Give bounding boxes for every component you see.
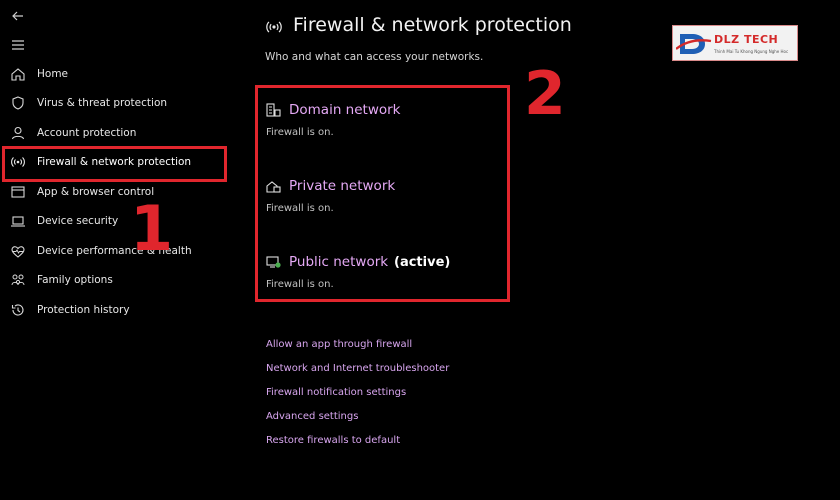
sidebar-item-protection-history[interactable]: Protection history xyxy=(8,297,222,323)
sidebar-item-label: Home xyxy=(37,68,69,80)
network-name[interactable]: Domain network xyxy=(289,102,401,118)
logo-tagline: Thinh Mai Tu Khong Ngung Nghe Hoc xyxy=(714,49,789,54)
network-status: Firewall is on. xyxy=(266,127,334,138)
sidebar-item-account[interactable]: Account protection xyxy=(8,120,222,146)
sidebar-item-label: Family options xyxy=(37,274,113,286)
sidebar-item-label: Virus & threat protection xyxy=(37,97,168,109)
heart-pulse-icon xyxy=(11,246,25,258)
page-title: Firewall & network protection xyxy=(293,14,572,36)
link-restore-defaults[interactable]: Restore firewalls to default xyxy=(266,435,400,446)
domain-network-icon xyxy=(266,103,281,117)
step-number-2: 2 xyxy=(524,59,566,129)
history-clock-icon xyxy=(11,304,24,316)
network-status: Firewall is on. xyxy=(266,203,334,214)
brand-logo: DLZ TECH Thinh Mai Tu Khong Ngung Nghe H… xyxy=(672,25,798,61)
link-notification-settings[interactable]: Firewall notification settings xyxy=(266,387,406,398)
sidebar-item-app-browser[interactable]: App & browser control xyxy=(8,179,222,205)
private-network-icon xyxy=(266,181,281,193)
link-troubleshooter[interactable]: Network and Internet troubleshooter xyxy=(266,363,449,374)
sidebar-item-label: Protection history xyxy=(37,304,130,316)
shield-icon xyxy=(12,96,24,110)
link-advanced-settings[interactable]: Advanced settings xyxy=(266,411,358,422)
step-number-1: 1 xyxy=(130,192,174,265)
browser-window-icon xyxy=(11,186,25,198)
link-allow-app[interactable]: Allow an app through firewall xyxy=(266,339,412,350)
sidebar-item-device-performance[interactable]: Device performance & health xyxy=(8,238,222,264)
sidebar-item-family[interactable]: Family options xyxy=(8,267,222,293)
page-subtitle: Who and what can access your networks. xyxy=(265,51,484,63)
network-status: Firewall is on. xyxy=(266,279,334,290)
network-name[interactable]: Public network xyxy=(289,254,388,270)
family-icon xyxy=(11,274,25,286)
person-icon xyxy=(11,126,25,140)
hamburger-menu-icon[interactable] xyxy=(10,37,26,53)
home-icon xyxy=(11,68,25,81)
selection-highlight-box xyxy=(2,146,227,182)
antenna-icon xyxy=(266,21,282,33)
laptop-icon xyxy=(11,216,25,227)
sidebar-item-label: Account protection xyxy=(37,127,137,139)
public-network-icon xyxy=(266,256,281,268)
active-badge: (active) xyxy=(394,255,451,270)
logo-mark-icon xyxy=(676,34,712,54)
logo-text: DLZ TECH xyxy=(714,33,779,46)
sidebar-item-label: Device security xyxy=(37,215,119,227)
sidebar-item-virus-threat[interactable]: Virus & threat protection xyxy=(8,90,222,116)
sidebar-item-home[interactable]: Home xyxy=(8,61,222,87)
sidebar-item-device-security[interactable]: Device security xyxy=(8,208,222,234)
back-arrow-icon[interactable] xyxy=(10,8,26,24)
network-name[interactable]: Private network xyxy=(289,178,395,194)
